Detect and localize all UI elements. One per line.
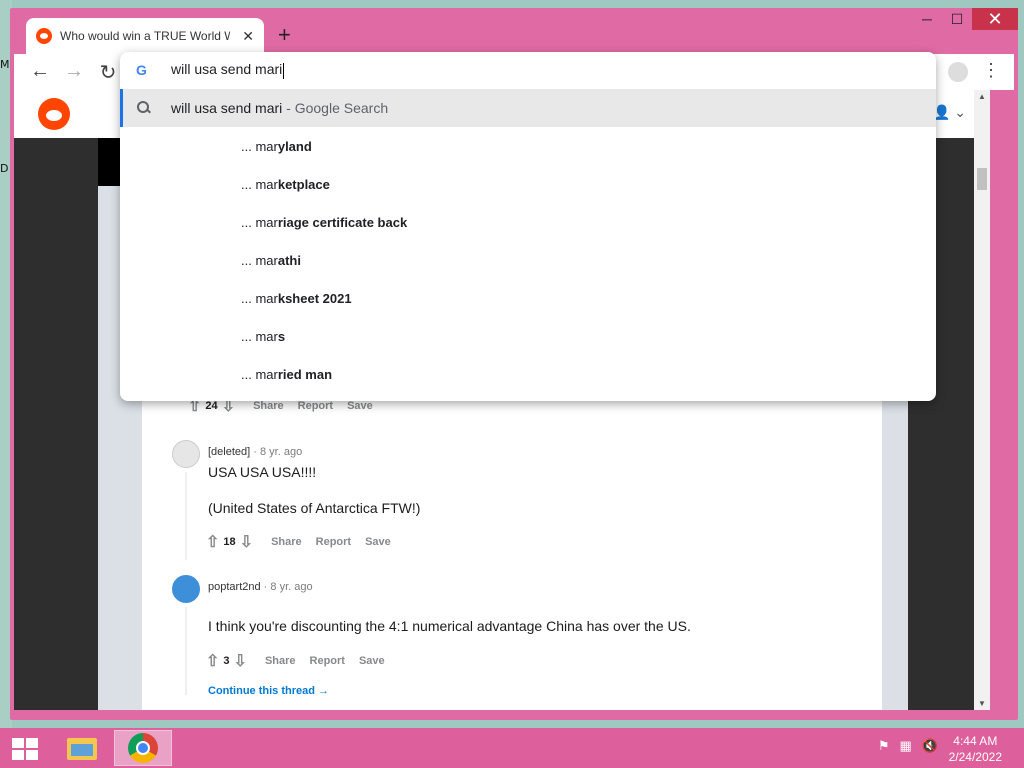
continue-thread-link[interactable]: Continue this thread → [208, 685, 329, 697]
system-tray: ⚑ ▦ 🔇 [878, 738, 938, 754]
maximize-button[interactable]: ☐ [942, 8, 972, 30]
chrome-icon [128, 733, 158, 763]
comment-text: (United States of Antarctica FTW!) [208, 500, 421, 516]
forward-icon[interactable]: → [62, 60, 86, 83]
volume-muted-icon[interactable]: 🔇 [922, 738, 938, 754]
suggestion-item[interactable]: ... mar ksheet 2021 [241, 279, 352, 317]
clock[interactable]: 4:44 AM 2/24/2022 [949, 733, 1002, 765]
comment-time[interactable]: · 8 yr. ago [253, 446, 302, 458]
thread-line[interactable] [185, 607, 187, 695]
folder-icon [67, 738, 97, 760]
vote-count: 18 [223, 536, 236, 548]
vote-count: 3 [223, 655, 230, 667]
desktop-icon-label[interactable]: D [0, 162, 8, 175]
address-bar[interactable]: G will usa send mari [120, 52, 936, 88]
clock-date: 2/24/2022 [948, 750, 1002, 764]
user-menu-icon[interactable]: 👤 ⌄ [933, 104, 966, 121]
taskbar: ⚑ ▦ 🔇 4:44 AM 2/24/2022 [0, 728, 1024, 768]
browser-tab[interactable]: Who would win a TRUE World War ✕ [26, 18, 264, 54]
suggestion-item[interactable]: ... mar ketplace [241, 165, 330, 203]
file-explorer-button[interactable] [60, 732, 104, 766]
comment: [deleted] · 8 yr. ago USA USA USA!!!! (U… [172, 440, 862, 560]
tab-close-icon[interactable]: ✕ [242, 28, 254, 45]
window-controls: ─ ☐ ✕ [912, 8, 1018, 36]
scroll-down-icon[interactable]: ▼ [978, 699, 986, 708]
comment-meta: poptart2nd · 8 yr. ago [208, 581, 313, 593]
comment: poptart2nd · 8 yr. ago I think you're di… [172, 575, 862, 710]
minimize-button[interactable]: ─ [912, 8, 942, 30]
upvote-icon[interactable]: ⇧ [206, 651, 219, 671]
suggestion-item[interactable]: ... mar s [241, 317, 285, 355]
reload-icon[interactable]: ↻ [96, 60, 120, 85]
save-button[interactable]: Save [365, 536, 391, 548]
google-icon: G [136, 62, 147, 78]
tab-title: Who would win a TRUE World War [60, 29, 230, 43]
back-icon[interactable]: ← [28, 60, 52, 83]
comment-actions: ⇧ 3 ⇩ Share Report Save [206, 651, 385, 671]
new-tab-button[interactable]: + [278, 22, 291, 48]
windows-start-icon[interactable] [12, 738, 38, 760]
avatar[interactable] [172, 575, 200, 603]
scrollbar-thumb[interactable] [977, 168, 987, 190]
action-center-flag-icon[interactable]: ⚑ [878, 738, 890, 754]
suggestion-item[interactable]: ... mar ried man [241, 355, 332, 393]
downvote-icon[interactable]: ⇩ [234, 651, 247, 671]
avatar[interactable] [172, 440, 200, 468]
close-window-button[interactable]: ✕ [972, 8, 1018, 30]
report-button[interactable]: Report [298, 400, 333, 412]
reddit-favicon-icon [36, 28, 52, 44]
address-input[interactable]: will usa send mari [171, 61, 285, 79]
thread-line[interactable] [185, 472, 187, 560]
suggestion-item[interactable]: ... mar athi [241, 241, 301, 279]
page-scrollbar[interactable]: ▲ ▼ [974, 90, 990, 710]
save-button[interactable]: Save [347, 400, 373, 412]
comment-text: I think you're discounting the 4:1 numer… [208, 618, 691, 634]
comment-text: USA USA USA!!!! [208, 464, 317, 480]
comment-actions: ⇧ 18 ⇩ Share Report Save [206, 532, 391, 552]
search-icon [137, 101, 151, 115]
reddit-logo-icon[interactable] [38, 98, 70, 130]
chrome-taskbar-button[interactable] [114, 730, 172, 766]
suggestion-search-row[interactable]: will usa send mari - Google Search [120, 89, 936, 127]
omnibox-dropdown: G will usa send mari will usa send mari … [120, 52, 936, 401]
clock-time: 4:44 AM [953, 734, 998, 748]
suggestion-item[interactable]: ... mar riage certificate back [241, 203, 407, 241]
scroll-up-icon[interactable]: ▲ [978, 92, 986, 101]
downvote-icon[interactable]: ⇩ [240, 532, 253, 552]
upvote-icon[interactable]: ⇧ [206, 532, 219, 552]
share-button[interactable]: Share [265, 655, 296, 667]
desktop-icon-label[interactable]: M [0, 58, 10, 71]
save-button[interactable]: Save [359, 655, 385, 667]
suggestion-item[interactable]: ... mar yland [241, 127, 312, 165]
comment-author[interactable]: [deleted] [208, 446, 250, 458]
browser-menu-icon[interactable]: ⋮ [982, 60, 1000, 81]
comment-meta: [deleted] · 8 yr. ago [208, 446, 302, 458]
suggestion-query: will usa send mari - Google Search [171, 100, 389, 116]
comment-author[interactable]: poptart2nd [208, 581, 261, 593]
network-icon[interactable]: ▦ [900, 738, 912, 754]
vote-count: 24 [205, 400, 218, 412]
share-button[interactable]: Share [253, 400, 284, 412]
profile-icon[interactable] [948, 62, 968, 82]
report-button[interactable]: Report [310, 655, 345, 667]
share-button[interactable]: Share [271, 536, 302, 548]
comment-time[interactable]: · 8 yr. ago [264, 581, 313, 593]
report-button[interactable]: Report [316, 536, 351, 548]
